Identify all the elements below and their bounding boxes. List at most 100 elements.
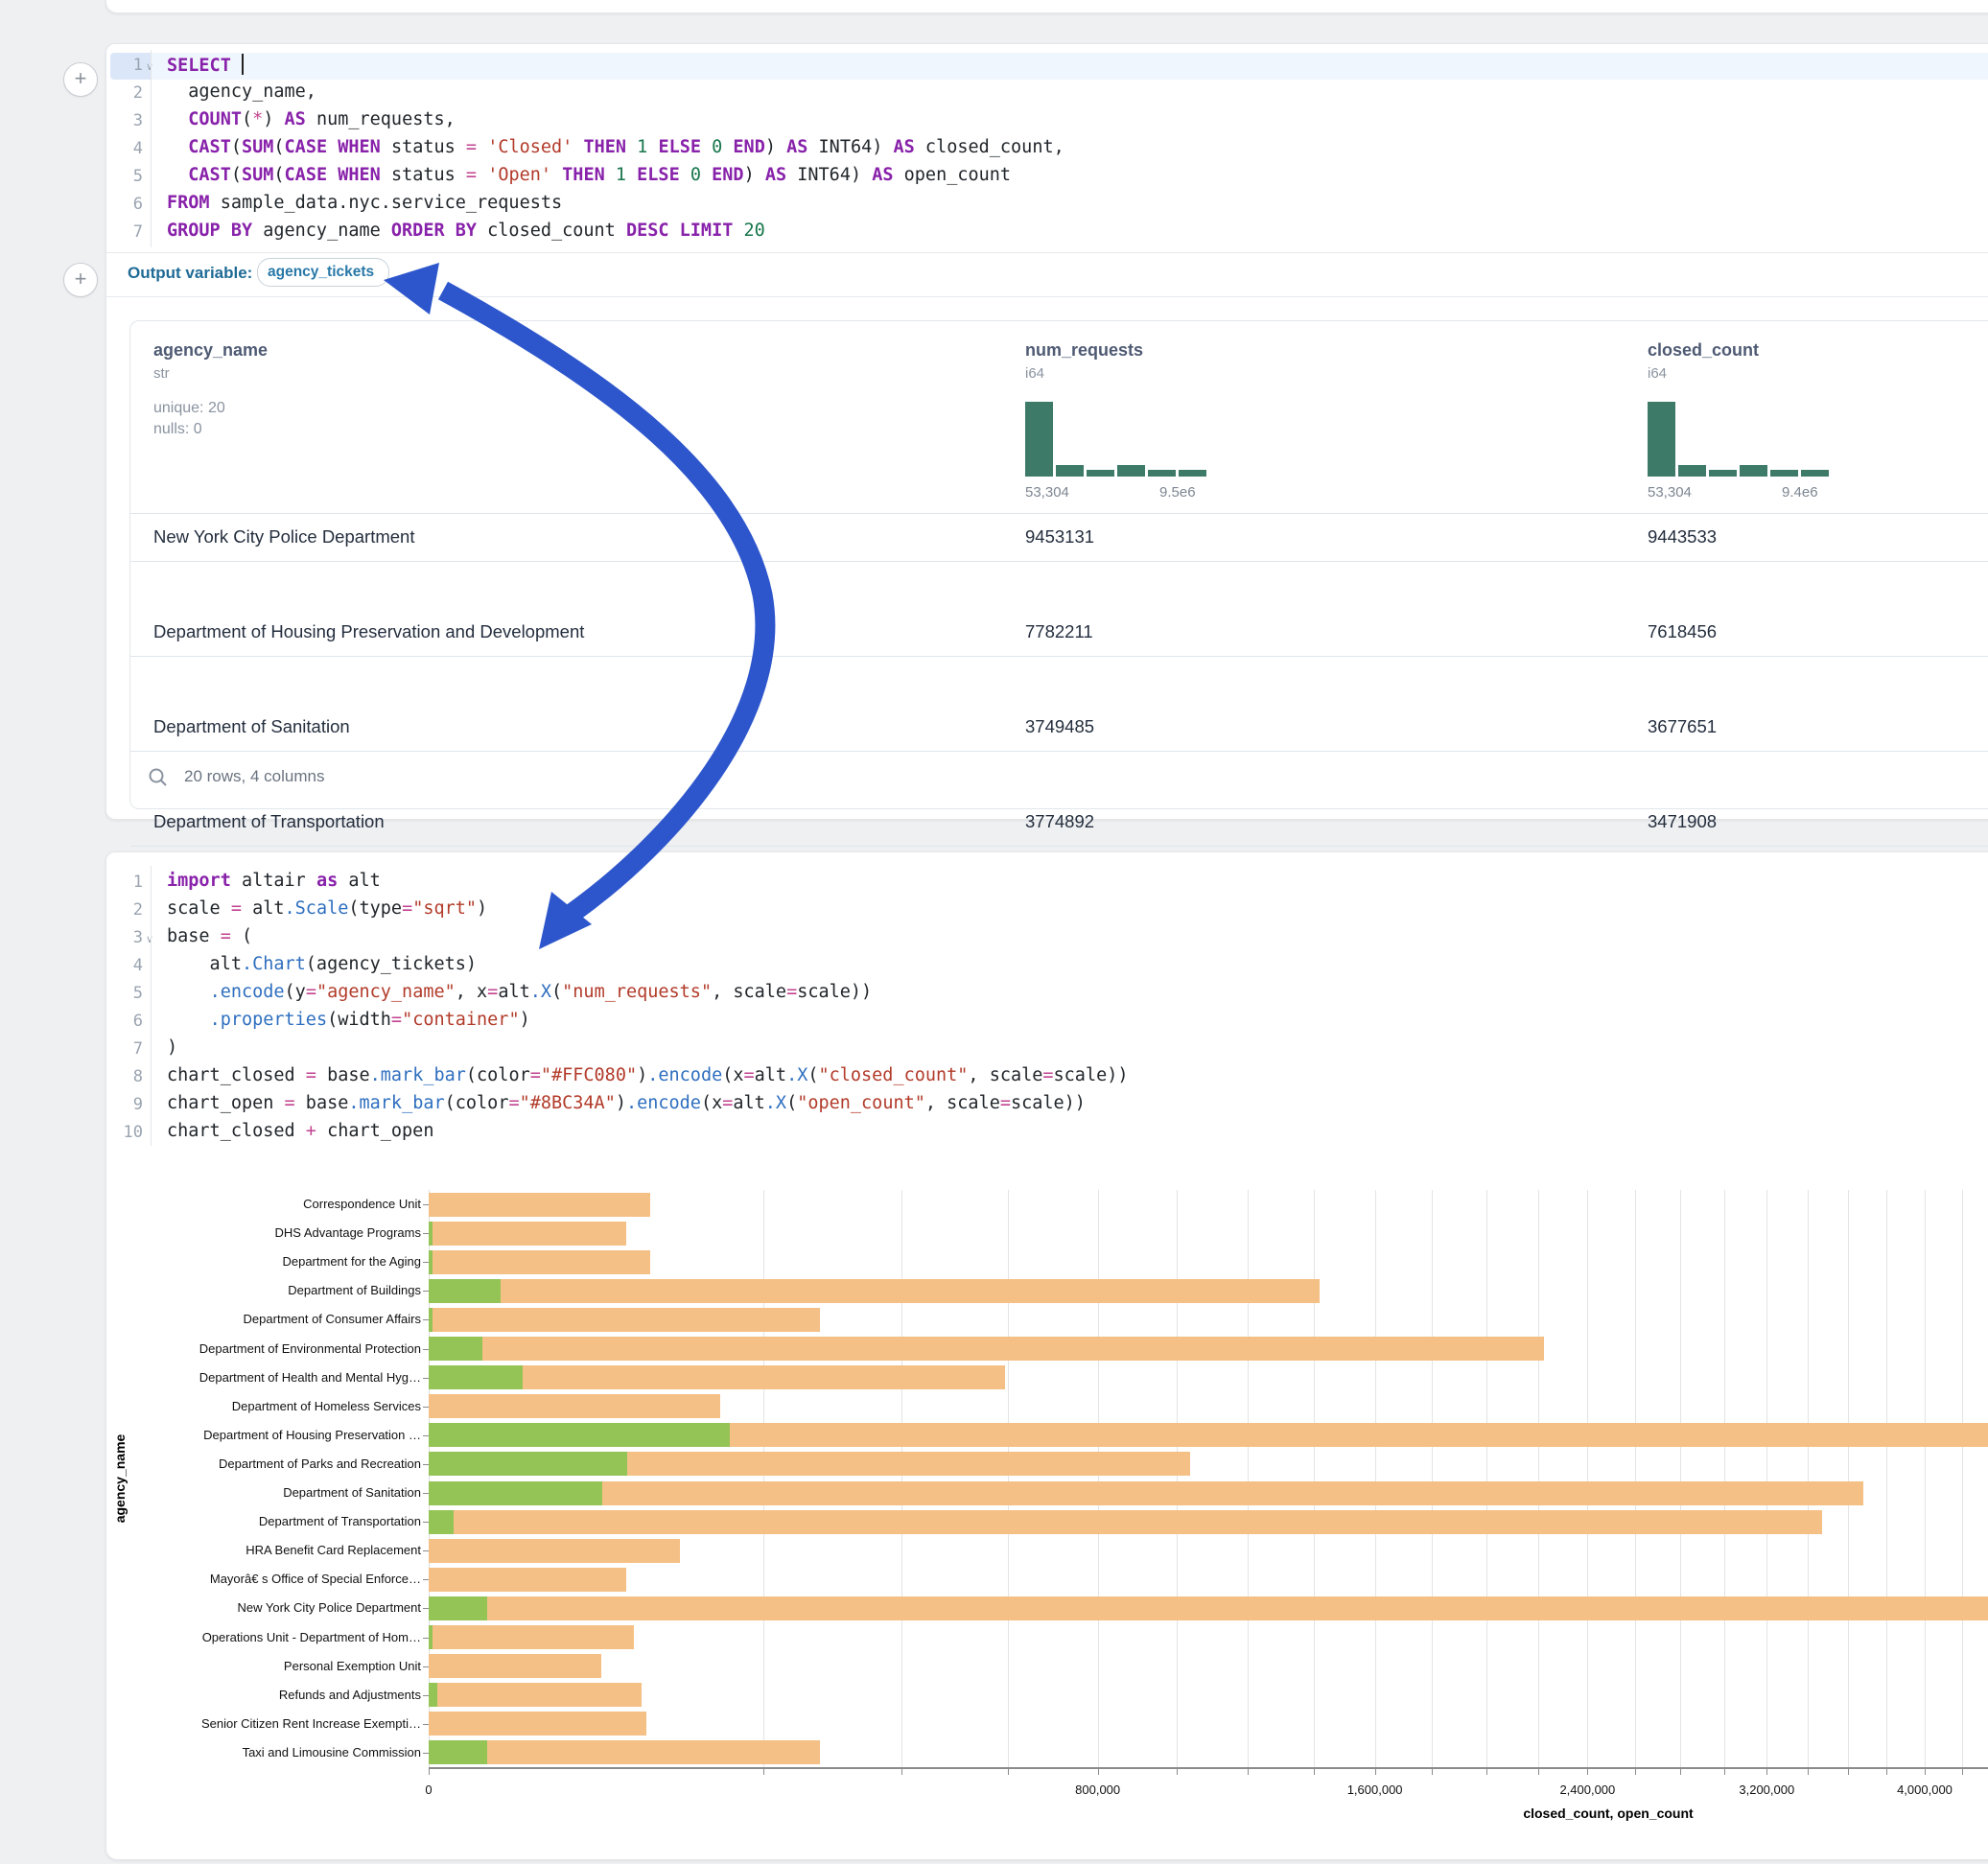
output-variable-input[interactable]: agency_tickets	[257, 258, 389, 287]
code-line: )	[167, 1037, 177, 1058]
x-tick	[1248, 1769, 1249, 1775]
histogram-max: 9.4e6	[1782, 484, 1818, 501]
y-axis-label: Department of Housing Preservation …	[143, 1428, 421, 1442]
bar-open-count	[429, 1683, 437, 1707]
dataframe-footer: 20 rows, 4 columns	[130, 750, 1988, 807]
gridline	[1008, 1190, 1009, 1767]
x-tick	[1680, 1769, 1681, 1775]
x-axis-label: 4,000,000	[1897, 1782, 1953, 1797]
gridline	[901, 1190, 902, 1767]
code-line: chart_closed + chart_open	[167, 1121, 433, 1141]
line-number: 8	[106, 1067, 143, 1086]
line-number: 5	[106, 167, 143, 186]
gridline	[1098, 1190, 1099, 1767]
code-line: FROM sample_data.nyc.service_requests	[167, 193, 562, 213]
bar-open-count	[429, 1222, 433, 1246]
table-cell: Department of Sanitation	[153, 716, 350, 737]
y-axis-label: Refunds and Adjustments	[143, 1688, 421, 1702]
x-axis-title: closed_count, open_count	[1523, 1806, 1693, 1821]
text-cursor	[242, 54, 244, 75]
bar-closed-count	[429, 1539, 680, 1563]
bar-closed-count	[429, 1510, 1822, 1534]
column-header[interactable]: agency_name	[153, 340, 268, 361]
y-axis-label: Personal Exemption Unit	[143, 1659, 421, 1673]
gridline	[763, 1190, 764, 1767]
line-number: 7	[106, 1039, 143, 1059]
table-cell: 9443533	[1648, 526, 1717, 548]
gridline	[1766, 1190, 1767, 1767]
bar-open-count	[429, 1279, 501, 1303]
table-cell: 7782211	[1025, 621, 1093, 642]
add-cell-button-top[interactable]: +	[63, 62, 98, 97]
bar-closed-count	[429, 1337, 1544, 1361]
table-cell: 3471908	[1648, 811, 1717, 832]
code-line: CAST(SUM(CASE WHEN status = 'Closed' THE…	[167, 137, 1064, 157]
code-line: GROUP BY agency_name ORDER BY closed_cou…	[167, 221, 765, 241]
table-cell: 3774892	[1025, 811, 1094, 832]
column-histogram	[1025, 402, 1206, 477]
bar-open-count	[429, 1596, 487, 1620]
add-cell-button-output[interactable]: +	[63, 263, 98, 297]
search-icon[interactable]	[148, 767, 169, 788]
gridline	[1925, 1190, 1926, 1767]
gridline	[1808, 1190, 1809, 1767]
code-line: COUNT(*) AS num_requests,	[167, 109, 456, 129]
line-number: 6	[106, 195, 143, 214]
table-cell: 9453131	[1025, 526, 1094, 548]
x-tick	[1886, 1769, 1887, 1775]
y-axis-label: Department for the Aging	[143, 1254, 421, 1269]
column-type: i64	[1648, 365, 1667, 382]
y-axis-label: HRA Benefit Card Replacement	[143, 1543, 421, 1557]
bar-closed-count	[429, 1625, 634, 1649]
bar-closed-count	[429, 1481, 1863, 1505]
x-tick	[1432, 1769, 1433, 1775]
line-number: 2	[106, 83, 143, 103]
bar-open-count	[429, 1510, 454, 1534]
x-tick	[1008, 1769, 1009, 1775]
bar-closed-count	[429, 1193, 650, 1217]
x-axis-label: 2,400,000	[1559, 1782, 1615, 1797]
column-header[interactable]: closed_count	[1648, 340, 1759, 361]
line-number: 10	[106, 1123, 143, 1142]
line-number: 3	[106, 928, 143, 947]
line-number: 6	[106, 1012, 143, 1031]
table-cell: 3749485	[1025, 716, 1094, 737]
x-axis-label: 1,600,000	[1347, 1782, 1403, 1797]
bar-open-count	[429, 1625, 433, 1649]
dataframe-rows: New York City Police Department945313194…	[130, 513, 1988, 754]
bar-closed-count	[429, 1250, 650, 1274]
table-cell: 7618456	[1648, 621, 1717, 642]
x-tick	[1375, 1769, 1376, 1775]
column-stat: nulls: 0	[153, 421, 202, 438]
x-axis-domain	[429, 1767, 1988, 1769]
python-code-editor[interactable]: 1import altair as alt2scale = alt.Scale(…	[106, 852, 1988, 1150]
bar-open-count	[429, 1740, 487, 1764]
output-variable-row: Output variable: agency_tickets	[106, 252, 1988, 297]
table-row[interactable]: New York City Police Department945313194…	[130, 514, 1988, 562]
gridline	[1486, 1190, 1487, 1767]
y-axis-label: Department of Buildings	[143, 1283, 421, 1297]
sql-code-editor[interactable]: 1∨SELECT 2 agency_name,3 COUNT(*) AS num…	[106, 44, 1988, 253]
table-row[interactable]: Department of Sanitation37494853677651	[130, 704, 1988, 752]
table-row[interactable]: Department of Housing Preservation and D…	[130, 609, 1988, 657]
x-tick	[901, 1769, 902, 1775]
bar-open-count	[429, 1308, 433, 1332]
table-cell: Department of Housing Preservation and D…	[153, 621, 584, 642]
x-axis-label: 3,200,000	[1739, 1782, 1794, 1797]
bar-closed-count	[429, 1308, 820, 1332]
x-tick	[1098, 1769, 1099, 1775]
bar-closed-count	[429, 1568, 626, 1592]
y-axis-label: Correspondence Unit	[143, 1197, 421, 1211]
line-number: 7	[106, 222, 143, 242]
column-header[interactable]: num_requests	[1025, 340, 1143, 361]
y-axis-title: agency_name	[112, 1434, 128, 1524]
gridline	[1962, 1190, 1963, 1767]
bar-open-count	[429, 1452, 627, 1476]
bar-open-count	[429, 1365, 523, 1389]
gridline	[1538, 1190, 1539, 1767]
y-axis-label: Taxi and Limousine Commission	[143, 1745, 421, 1759]
bar-closed-count	[429, 1683, 642, 1707]
bar-closed-count	[429, 1279, 1320, 1303]
output-variable-label: Output variable:	[128, 264, 252, 283]
gridline	[1680, 1190, 1681, 1767]
